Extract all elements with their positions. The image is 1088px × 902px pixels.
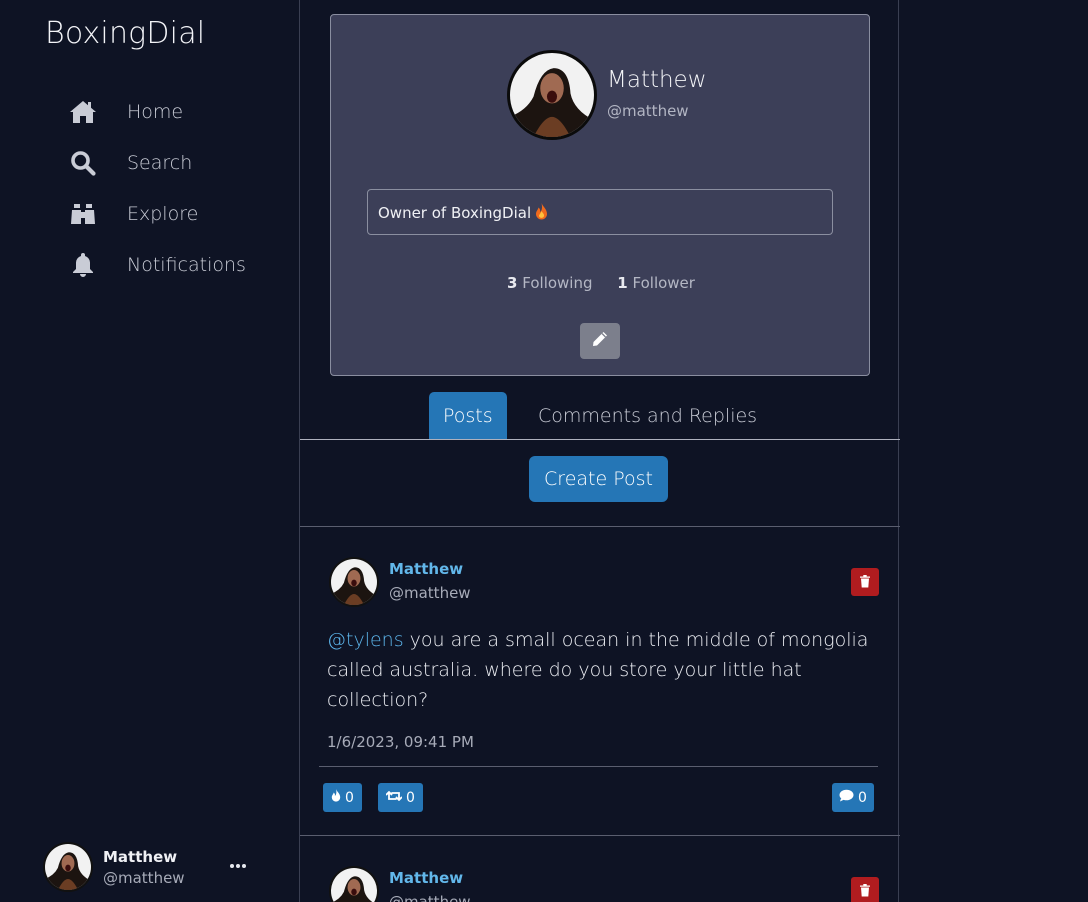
followers-link[interactable]: 1 Follower bbox=[617, 274, 695, 292]
comment-icon bbox=[839, 789, 854, 806]
sidebar-nav: Home Search Explore Notifications bbox=[68, 86, 246, 290]
pencil-icon bbox=[592, 331, 608, 351]
create-post-section: Create Post bbox=[300, 440, 900, 527]
flame-icon bbox=[535, 203, 548, 224]
followers-count: 1 bbox=[617, 274, 628, 292]
like-count: 0 bbox=[345, 789, 354, 806]
ellipsis-icon[interactable] bbox=[229, 856, 247, 876]
create-post-button[interactable]: Create Post bbox=[529, 456, 668, 502]
post-author-handle: @matthew bbox=[389, 893, 471, 902]
tab-posts[interactable]: Posts bbox=[429, 392, 507, 439]
account-name: Matthew bbox=[103, 847, 178, 866]
comment-count: 0 bbox=[858, 789, 867, 806]
like-button[interactable]: 0 bbox=[323, 783, 362, 812]
brand-logo[interactable]: BoxingDial bbox=[45, 16, 205, 51]
profile-bio: Owner of BoxingDial bbox=[367, 189, 833, 235]
profile-bio-text: Owner of BoxingDial bbox=[378, 204, 532, 222]
profile-tabs: Posts Comments and Replies bbox=[300, 392, 900, 440]
comment-button[interactable]: 0 bbox=[832, 783, 874, 812]
avatar bbox=[43, 842, 93, 892]
post-timestamp: 1/6/2023, 09:41 PM bbox=[327, 733, 474, 751]
sidebar-item-notifications[interactable]: Notifications bbox=[68, 239, 246, 290]
tab-comments-and-replies[interactable]: Comments and Replies bbox=[524, 392, 771, 439]
sidebar-item-label: Home bbox=[127, 100, 184, 123]
post-author-name[interactable]: Matthew bbox=[389, 560, 463, 578]
post-divider bbox=[319, 766, 878, 767]
delete-post-button[interactable] bbox=[851, 568, 879, 596]
profile-handle: @matthew bbox=[607, 102, 689, 120]
trash-icon bbox=[859, 882, 871, 901]
sidebar-item-label: Search bbox=[127, 151, 193, 174]
profile-name: Matthew bbox=[607, 67, 707, 93]
flame-icon bbox=[331, 789, 341, 806]
account-switcher[interactable]: Matthew @matthew bbox=[43, 842, 263, 892]
delete-post-button[interactable] bbox=[851, 877, 879, 902]
profile-card: Matthew @matthew Owner of BoxingDial 3 F… bbox=[330, 14, 870, 376]
followers-label: Follower bbox=[632, 274, 695, 292]
post-mention-link[interactable]: @tylens bbox=[327, 629, 404, 651]
home-icon bbox=[68, 97, 98, 127]
post-author-name[interactable]: Matthew bbox=[389, 869, 463, 887]
profile-stats: 3 Following 1 Follower bbox=[331, 274, 871, 292]
account-handle: @matthew bbox=[103, 868, 185, 887]
repost-count: 0 bbox=[406, 789, 415, 806]
profile-avatar bbox=[507, 50, 597, 140]
sidebar-item-search[interactable]: Search bbox=[68, 137, 246, 188]
app-root: BoxingDial Home Search Explore Notificat… bbox=[0, 0, 1088, 902]
search-icon bbox=[68, 148, 98, 178]
sidebar-item-label: Explore bbox=[127, 202, 199, 225]
account-info: Matthew @matthew bbox=[103, 848, 185, 887]
post-text: you are a small ocean in the middle of m… bbox=[327, 629, 869, 711]
retweet-icon bbox=[385, 790, 403, 806]
following-count: 3 bbox=[507, 274, 518, 292]
post-author-handle: @matthew bbox=[389, 584, 471, 602]
post-card: Matthew @matthew bbox=[300, 836, 900, 902]
post-body: @tylens you are a small ocean in the mid… bbox=[327, 625, 877, 715]
post-card: Matthew @matthew @tylens you are a small… bbox=[300, 527, 900, 836]
sidebar-item-explore[interactable]: Explore bbox=[68, 188, 246, 239]
following-link[interactable]: 3 Following bbox=[507, 274, 592, 292]
bell-icon bbox=[68, 250, 98, 280]
repost-button[interactable]: 0 bbox=[378, 783, 423, 812]
binoculars-icon bbox=[68, 199, 98, 229]
post-avatar[interactable] bbox=[329, 866, 379, 902]
following-label: Following bbox=[522, 274, 593, 292]
edit-profile-button[interactable] bbox=[580, 323, 620, 359]
sidebar: BoxingDial Home Search Explore Notificat… bbox=[0, 0, 299, 902]
trash-icon bbox=[859, 573, 871, 592]
main-column: Matthew @matthew Owner of BoxingDial 3 F… bbox=[299, 0, 900, 902]
sidebar-item-home[interactable]: Home bbox=[68, 86, 246, 137]
post-avatar[interactable] bbox=[329, 557, 379, 607]
sidebar-item-label: Notifications bbox=[127, 253, 246, 276]
